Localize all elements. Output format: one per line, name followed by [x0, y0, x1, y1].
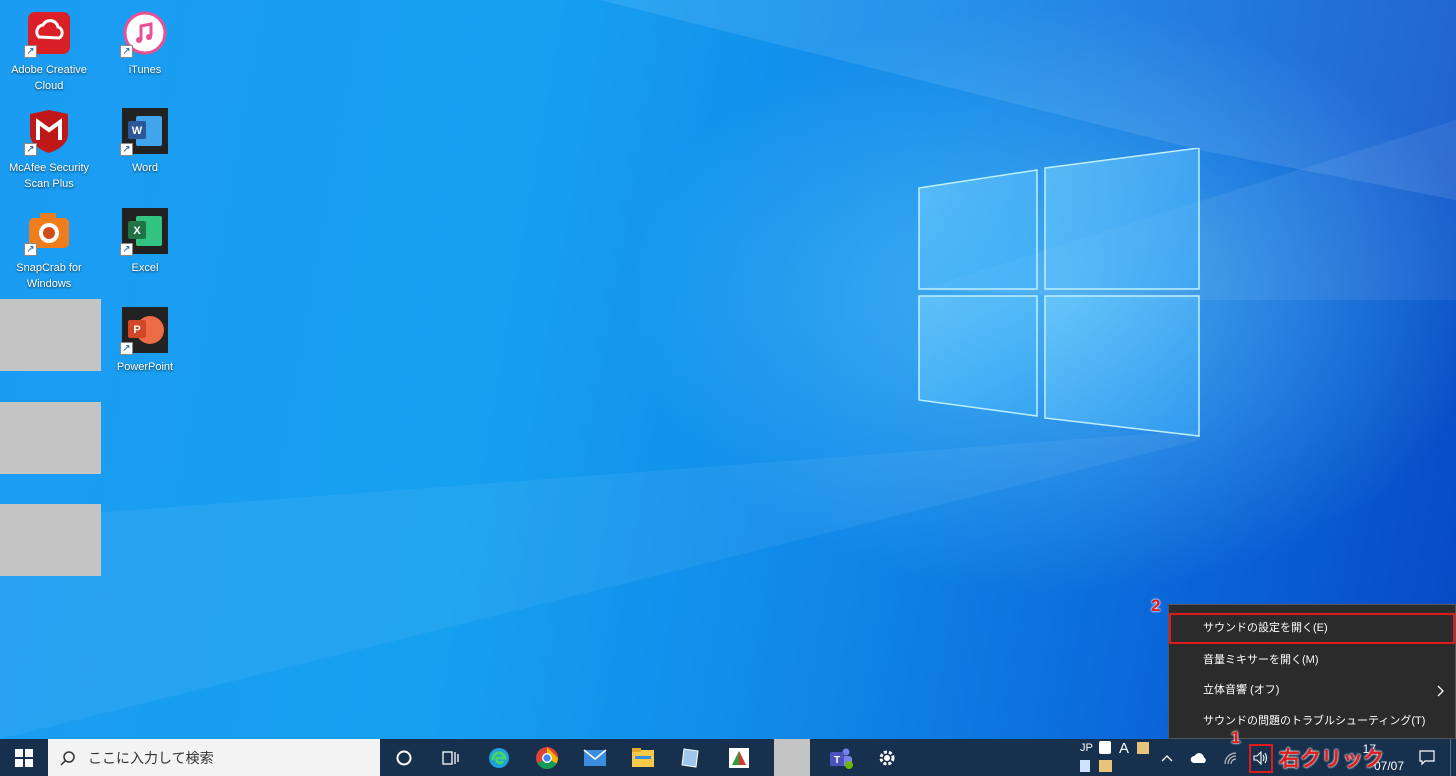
- tray-doc-icon: [1080, 760, 1090, 772]
- windows-logo-wallpaper: [918, 148, 1200, 437]
- desktop-icon-label: Word: [131, 162, 159, 174]
- task-view-icon: [442, 750, 459, 765]
- menu-item-label: 立体音響 (オフ): [1203, 684, 1280, 696]
- search-placeholder: ここに入力して検索: [88, 749, 214, 766]
- teams-icon: T: [830, 748, 853, 769]
- taskbar-app-notepad[interactable]: [668, 739, 714, 776]
- tray-box-icon: [1099, 760, 1112, 772]
- desktop-icon-snapcrab[interactable]: ↗ SnapCrab for Windows: [4, 208, 94, 292]
- adobe-creative-cloud-icon: ↗: [24, 10, 72, 58]
- onedrive-button[interactable]: [1184, 739, 1214, 776]
- cortana-icon: [396, 750, 412, 765]
- redacted-taskbar-app: [774, 739, 810, 776]
- folder-icon: [632, 747, 654, 767]
- desktop-icon-label: Excel: [131, 262, 159, 274]
- tray-ime-area[interactable]: JP A: [1080, 740, 1150, 775]
- excel-icon: X ↗: [120, 208, 168, 256]
- redacted-icon: [0, 299, 101, 371]
- taskbar-app-explorer[interactable]: [620, 739, 666, 776]
- tray-app-icon: [1137, 742, 1149, 754]
- taskbar-app-edge[interactable]: [476, 739, 522, 776]
- chrome-icon: [536, 746, 558, 769]
- menu-item-spatial-sound[interactable]: 立体音響 (オフ): [1169, 675, 1455, 706]
- taskbar-app-teams[interactable]: T: [818, 739, 864, 776]
- desktop-icon-word[interactable]: W ↗ Word: [100, 108, 190, 176]
- sound-context-menu: サウンドの設定を開く(E) 音量ミキサーを開く(M) 立体音響 (オフ) サウン…: [1168, 604, 1456, 739]
- notepad-icon: [681, 747, 699, 768]
- desktop-icon-mcafee[interactable]: ↗ McAfee Security Scan Plus: [4, 108, 94, 192]
- word-icon: W ↗: [120, 108, 168, 156]
- mcafee-icon: ↗: [24, 108, 72, 156]
- redacted-icon: [0, 504, 101, 576]
- task-view-button[interactable]: [428, 739, 472, 776]
- snapcrab-icon: ↗: [24, 208, 72, 256]
- svg-text:P: P: [133, 324, 140, 336]
- ime-pad-icon: [1099, 741, 1111, 754]
- search-icon: [60, 750, 75, 766]
- taskbar-app-chrome[interactable]: [524, 739, 570, 776]
- paint-app-icon: [729, 747, 749, 768]
- menu-item-troubleshoot-sound[interactable]: サウンドの問題のトラブルシューティング(T): [1169, 706, 1455, 737]
- step-1-highlight: [1249, 744, 1273, 773]
- start-button[interactable]: [0, 739, 48, 776]
- taskbar-app-settings[interactable]: [864, 739, 910, 776]
- desktop-icon-label: SnapCrab for Windows: [16, 262, 82, 290]
- taskbar-app-snapcrab[interactable]: [716, 739, 762, 776]
- ime-language-label: JP: [1080, 742, 1093, 754]
- taskbar-app-mail[interactable]: [572, 739, 618, 776]
- desktop-icon-label: iTunes: [128, 64, 162, 76]
- notification-icon: [1419, 749, 1435, 765]
- desktop-icon-itunes[interactable]: ↗ iTunes: [100, 10, 190, 78]
- windows-start-icon: [15, 748, 33, 767]
- action-center-button[interactable]: [1410, 739, 1444, 776]
- ime-mode-label: A: [1119, 740, 1130, 757]
- wifi-icon: [1224, 751, 1237, 764]
- desktop-icon-powerpoint[interactable]: P ↗ PowerPoint: [100, 307, 190, 375]
- mail-icon: [583, 748, 607, 766]
- desktop-icon-label: Adobe Creative Cloud: [11, 64, 87, 92]
- gear-icon: [879, 750, 895, 765]
- step-1-marker: 1: [1231, 728, 1241, 747]
- desktop-icon-excel[interactable]: X ↗ Excel: [100, 208, 190, 276]
- itunes-icon: ↗: [120, 10, 168, 58]
- cortana-button[interactable]: [382, 739, 426, 776]
- powerpoint-icon: P ↗: [120, 307, 168, 355]
- svg-text:X: X: [133, 225, 141, 237]
- redacted-icon: [0, 402, 101, 474]
- edge-icon: [489, 747, 509, 768]
- show-hidden-icons-button[interactable]: [1156, 739, 1178, 776]
- svg-text:W: W: [132, 125, 143, 137]
- step-2-marker: 2: [1151, 596, 1161, 615]
- chevron-right-icon: [1437, 685, 1444, 697]
- chevron-up-icon: [1161, 754, 1173, 761]
- cloud-icon: [1190, 752, 1206, 763]
- step-1-label: 右クリック: [1279, 748, 1384, 771]
- svg-text:T: T: [834, 755, 840, 766]
- desktop-icon-label: PowerPoint: [116, 361, 174, 373]
- show-desktop-button[interactable]: [1450, 739, 1456, 776]
- desktop-icon-label: McAfee Security Scan Plus: [8, 162, 90, 190]
- desktop-icon-adobe-creative-cloud[interactable]: ↗ Adobe Creative Cloud: [4, 10, 94, 94]
- menu-item-open-sound-settings[interactable]: サウンドの設定を開く(E): [1169, 613, 1455, 644]
- menu-item-open-volume-mixer[interactable]: 音量ミキサーを開く(M): [1169, 645, 1455, 676]
- taskbar-search-box[interactable]: ここに入力して検索: [48, 739, 380, 776]
